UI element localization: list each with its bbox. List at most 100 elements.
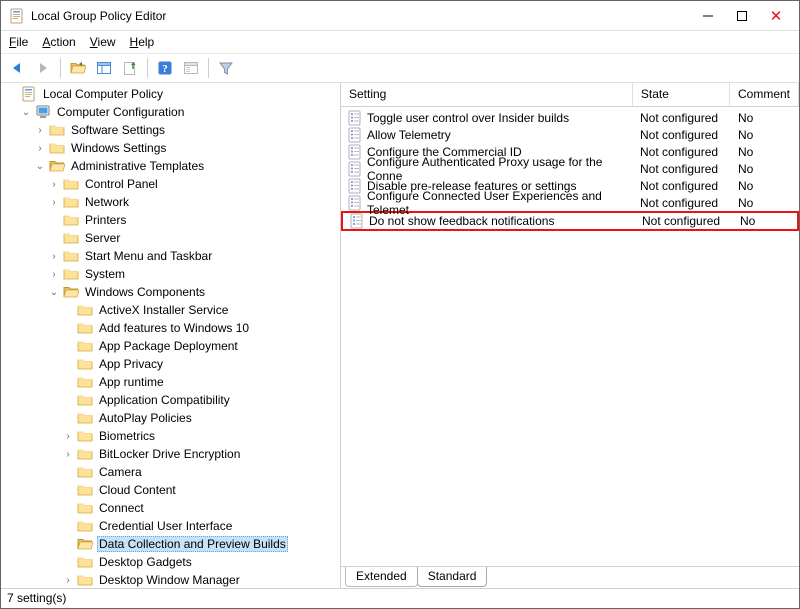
menu-view[interactable]: View — [90, 35, 116, 49]
tree-add-features[interactable]: Add features to Windows 10 — [5, 319, 340, 337]
close-button[interactable]: ✕ — [759, 7, 793, 25]
tree-cred-ui[interactable]: Credential User Interface — [5, 517, 340, 535]
tree-network[interactable]: ›Network — [5, 193, 340, 211]
minimize-button[interactable] — [691, 11, 725, 21]
gpedit-icon — [21, 86, 37, 102]
tree-app-compat[interactable]: Application Compatibility — [5, 391, 340, 409]
tree-data-collection[interactable]: Data Collection and Preview Builds — [5, 535, 340, 553]
tab-standard[interactable]: Standard — [417, 567, 488, 587]
column-state[interactable]: State — [633, 83, 730, 106]
menu-action[interactable]: Action — [42, 35, 75, 49]
properties-button[interactable] — [179, 56, 203, 80]
setting-comment: No — [734, 196, 799, 210]
tree-system[interactable]: ›System — [5, 265, 340, 283]
chevron-down-icon[interactable]: ⌄ — [47, 287, 61, 298]
chevron-right-icon[interactable]: › — [47, 269, 61, 280]
tree-scroll[interactable]: Local Computer Policy ⌄Computer Configur… — [1, 83, 340, 588]
settings-list[interactable]: Toggle user control over Insider builds N… — [341, 107, 799, 566]
setting-state: Not configured — [636, 179, 734, 193]
setting-state: Not configured — [638, 214, 736, 228]
tree-windows-components[interactable]: ⌄Windows Components — [5, 283, 340, 301]
chevron-right-icon[interactable]: › — [61, 449, 75, 460]
tree-camera[interactable]: Camera — [5, 463, 340, 481]
window-title: Local Group Policy Editor — [31, 9, 691, 23]
setting-icon — [347, 161, 363, 177]
tree-activex[interactable]: ActiveX Installer Service — [5, 301, 340, 319]
setting-icon — [347, 127, 363, 143]
tree-connect[interactable]: Connect — [5, 499, 340, 517]
setting-name: Do not show feedback notifications — [369, 214, 554, 228]
tree-control-panel[interactable]: ›Control Panel — [5, 175, 340, 193]
setting-comment: No — [734, 145, 799, 159]
column-setting[interactable]: Setting — [341, 83, 633, 106]
toolbar: ? — [1, 53, 799, 83]
menu-file[interactable]: File — [9, 35, 28, 49]
tree-computer-config[interactable]: ⌄Computer Configuration — [5, 103, 340, 121]
setting-state: Not configured — [636, 145, 734, 159]
setting-comment: No — [734, 162, 799, 176]
tree-admin-templates[interactable]: ⌄Administrative Templates — [5, 157, 340, 175]
menu-help[interactable]: Help — [130, 35, 155, 49]
setting-comment: No — [734, 128, 799, 142]
tree-app-privacy[interactable]: App Privacy — [5, 355, 340, 373]
status-text: 7 setting(s) — [7, 591, 66, 605]
tree-start-menu[interactable]: ›Start Menu and Taskbar — [5, 247, 340, 265]
chevron-right-icon[interactable]: › — [47, 251, 61, 262]
setting-name: Toggle user control over Insider builds — [367, 111, 569, 125]
maximize-button[interactable] — [725, 11, 759, 21]
tree-desktop-gadgets[interactable]: Desktop Gadgets — [5, 553, 340, 571]
tree-cloud-content[interactable]: Cloud Content — [5, 481, 340, 499]
menubar: File Action View Help — [1, 31, 799, 53]
setting-row[interactable]: Allow Telemetry Not configuredNo — [341, 126, 799, 143]
setting-icon — [349, 213, 365, 229]
back-button[interactable] — [5, 56, 29, 80]
tree-app-package[interactable]: App Package Deployment — [5, 337, 340, 355]
tree-server[interactable]: Server — [5, 229, 340, 247]
svg-text:?: ? — [162, 63, 168, 75]
setting-row[interactable]: Toggle user control over Insider builds N… — [341, 109, 799, 126]
settings-pane: Setting State Comment Toggle user contro… — [341, 83, 799, 588]
chevron-down-icon[interactable]: ⌄ — [33, 161, 47, 172]
tree-desktop-wm[interactable]: ›Desktop Window Manager — [5, 571, 340, 588]
setting-comment: No — [734, 179, 799, 193]
column-comment[interactable]: Comment — [730, 83, 799, 106]
tree-windows-settings[interactable]: ›Windows Settings — [5, 139, 340, 157]
setting-state: Not configured — [636, 162, 734, 176]
setting-comment: No — [736, 214, 797, 228]
setting-row[interactable]: Configure Authenticated Proxy usage for … — [341, 160, 799, 177]
tree-printers[interactable]: Printers — [5, 211, 340, 229]
setting-comment: No — [734, 111, 799, 125]
chevron-right-icon[interactable]: › — [61, 575, 75, 586]
setting-icon — [347, 195, 363, 211]
tab-extended[interactable]: Extended — [345, 567, 418, 587]
tree-software-settings[interactable]: ›Software Settings — [5, 121, 340, 139]
setting-state: Not configured — [636, 111, 734, 125]
setting-row[interactable]: Do not show feedback notifications Not co… — [341, 211, 799, 231]
gpedit-icon — [9, 8, 25, 24]
export-button[interactable] — [118, 56, 142, 80]
help-button[interactable]: ? — [153, 56, 177, 80]
setting-name: Allow Telemetry — [367, 128, 451, 142]
chevron-right-icon[interactable]: › — [47, 179, 61, 190]
statusbar: 7 setting(s) — [1, 588, 799, 608]
column-headers: Setting State Comment — [341, 83, 799, 107]
up-button[interactable] — [66, 56, 90, 80]
tree-autoplay[interactable]: AutoPlay Policies — [5, 409, 340, 427]
setting-icon — [347, 110, 363, 126]
chevron-down-icon[interactable]: ⌄ — [19, 107, 33, 118]
filter-button[interactable] — [214, 56, 238, 80]
tree-pane: Local Computer Policy ⌄Computer Configur… — [1, 83, 341, 588]
setting-state: Not configured — [636, 128, 734, 142]
chevron-right-icon[interactable]: › — [33, 125, 47, 136]
titlebar: Local Group Policy Editor ✕ — [1, 1, 799, 31]
tree-biometrics[interactable]: ›Biometrics — [5, 427, 340, 445]
tree-root[interactable]: Local Computer Policy — [5, 85, 340, 103]
show-hide-tree-button[interactable] — [92, 56, 116, 80]
setting-row[interactable]: Configure Connected User Experiences and… — [341, 194, 799, 211]
tree-app-runtime[interactable]: App runtime — [5, 373, 340, 391]
tree-bitlocker[interactable]: ›BitLocker Drive Encryption — [5, 445, 340, 463]
forward-button[interactable] — [31, 56, 55, 80]
chevron-right-icon[interactable]: › — [47, 197, 61, 208]
chevron-right-icon[interactable]: › — [33, 143, 47, 154]
chevron-right-icon[interactable]: › — [61, 431, 75, 442]
